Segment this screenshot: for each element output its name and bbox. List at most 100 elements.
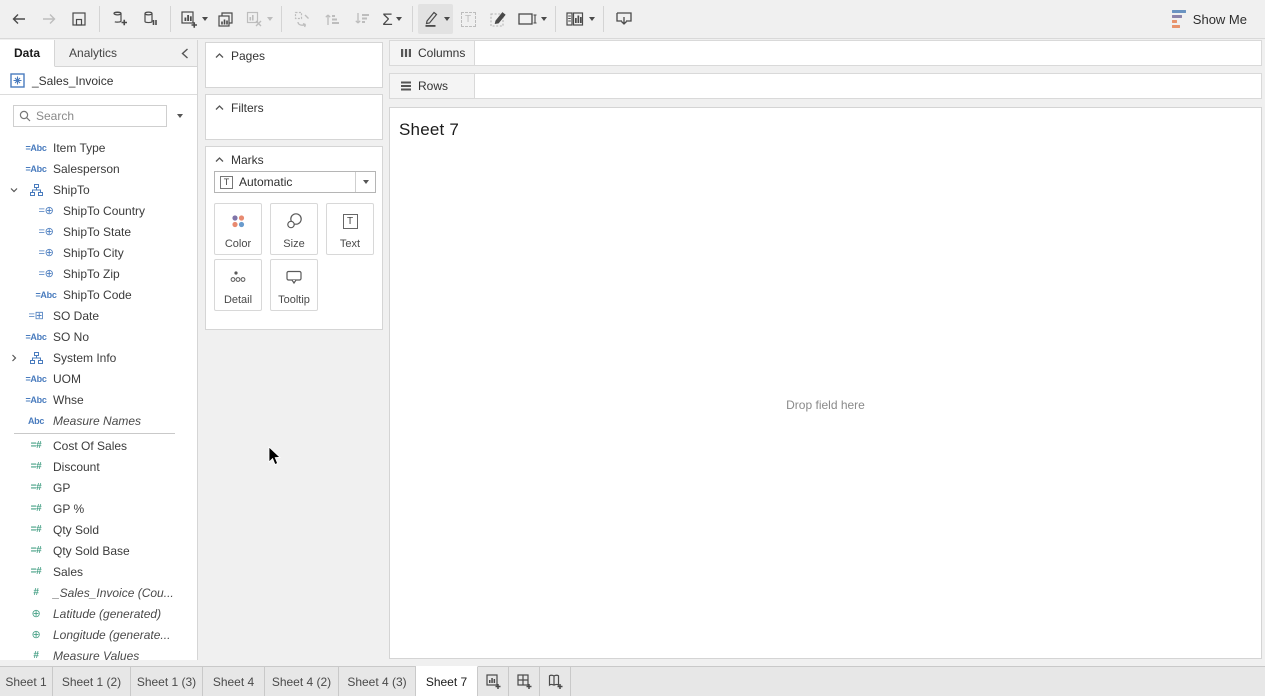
tooltip-button[interactable]: Tooltip <box>270 259 318 311</box>
field-item[interactable]: =AbcShipTo Code <box>0 284 197 305</box>
swap-rows-columns-button[interactable] <box>287 4 317 34</box>
dropdown-caret-icon <box>355 172 375 192</box>
number-field-icon: =# <box>19 524 53 535</box>
sort-descending-button[interactable] <box>347 4 377 34</box>
geo-field-icon: =⊕ <box>29 225 63 238</box>
field-item[interactable]: =⊞SO Date <box>0 305 197 326</box>
highlight-pen-icon <box>421 9 441 29</box>
columns-shelf[interactable]: Columns <box>389 40 1262 66</box>
forward-button[interactable] <box>34 4 64 34</box>
clear-sheet-button[interactable] <box>241 4 276 34</box>
sort-ascending-button[interactable] <box>317 4 347 34</box>
field-item[interactable]: =⊕ShipTo City <box>0 242 197 263</box>
filters-card[interactable]: Filters <box>205 94 383 140</box>
new-story-icon <box>547 673 564 690</box>
collapse-pane-button[interactable] <box>173 40 197 66</box>
field-item[interactable]: ⊕Latitude (generated) <box>0 603 197 624</box>
datasource-item[interactable]: _Sales_Invoice <box>0 67 197 95</box>
field-item[interactable]: =AbcWhse <box>0 389 197 410</box>
geo-field-icon: ⊕ <box>19 607 53 620</box>
pages-card-title: Pages <box>231 49 265 63</box>
show-mark-labels-button[interactable]: T <box>453 4 483 34</box>
string-field-icon: =Abc <box>19 395 53 405</box>
fit-width-icon <box>516 9 538 29</box>
back-button[interactable] <box>4 4 34 34</box>
sort-ascending-icon <box>322 9 342 29</box>
tab-analytics[interactable]: Analytics <box>55 40 131 66</box>
sheet-tab[interactable]: Sheet 4 (2) <box>265 667 339 696</box>
format-button[interactable] <box>483 4 513 34</box>
collapse-chevron-icon[interactable] <box>8 187 19 193</box>
text-button[interactable]: T Text <box>326 203 374 255</box>
text-icon: T <box>343 204 358 238</box>
field-item[interactable]: System Info <box>0 347 197 368</box>
highlight-button[interactable] <box>418 4 453 34</box>
field-item[interactable]: ⊕Longitude (generate... <box>0 624 197 645</box>
show-me-button[interactable]: Show Me <box>1164 6 1255 32</box>
mark-type-value: Automatic <box>239 175 355 189</box>
search-box[interactable] <box>13 105 167 127</box>
field-item[interactable]: #Measure Values <box>0 645 197 666</box>
search-input[interactable] <box>36 109 146 123</box>
show-hide-cards-button[interactable] <box>561 4 598 34</box>
show-me-label: Show Me <box>1193 12 1247 27</box>
field-item[interactable]: =⊕ShipTo Country <box>0 200 197 221</box>
fit-selector-button[interactable] <box>513 4 550 34</box>
sheet-tab-active[interactable]: Sheet 7 <box>416 666 478 696</box>
search-options-caret-icon[interactable] <box>177 114 183 118</box>
field-item[interactable]: ShipTo <box>0 179 197 200</box>
dropdown-caret-icon <box>444 17 450 21</box>
field-item[interactable]: =#GP <box>0 477 197 498</box>
sheet-tab[interactable]: Sheet 1 (2) <box>53 667 131 696</box>
field-item[interactable]: #_Sales_Invoice (Cou... <box>0 582 197 603</box>
geo-field-icon: =⊕ <box>29 204 63 217</box>
color-button[interactable]: Color <box>214 203 262 255</box>
field-item[interactable]: =#Discount <box>0 456 197 477</box>
string-field-icon: =Abc <box>19 332 53 342</box>
pages-card[interactable]: Pages <box>205 42 383 88</box>
sheet-tab[interactable]: Sheet 4 <box>203 667 265 696</box>
rows-shelf[interactable]: Rows <box>389 73 1262 99</box>
new-data-source-button[interactable] <box>105 4 135 34</box>
presentation-mode-button[interactable] <box>609 4 639 34</box>
new-worksheet-button[interactable] <box>176 4 211 34</box>
date-field-icon: =⊞ <box>19 309 53 322</box>
sheet-tab[interactable]: Sheet 1 (3) <box>131 667 203 696</box>
field-item[interactable]: =AbcUOM <box>0 368 197 389</box>
save-button[interactable] <box>64 4 94 34</box>
sheet-tab[interactable]: Sheet 1 <box>0 667 53 696</box>
size-button[interactable]: Size <box>270 203 318 255</box>
field-item[interactable]: =#Qty Sold <box>0 519 197 540</box>
field-item[interactable]: =#GP % <box>0 498 197 519</box>
collapse-chevron-icon[interactable] <box>215 105 224 111</box>
sheet-tab[interactable]: Sheet 4 (3) <box>339 667 416 696</box>
columns-icon <box>400 47 412 59</box>
detail-button[interactable]: Detail <box>214 259 262 311</box>
totals-button[interactable]: Σ <box>377 4 407 34</box>
field-item[interactable]: =#Sales <box>0 561 197 582</box>
field-item[interactable]: =#Cost Of Sales <box>0 435 197 456</box>
collapse-chevron-icon[interactable] <box>215 157 224 163</box>
collapse-chevron-icon[interactable] <box>215 53 224 59</box>
mark-type-dropdown[interactable]: T Automatic <box>214 171 376 193</box>
main-toolbar: Σ T Show Me <box>0 0 1265 39</box>
expand-chevron-icon[interactable] <box>8 354 19 362</box>
sheet-view[interactable]: Sheet 7 Drop field here <box>389 107 1262 659</box>
field-item[interactable]: =AbcSO No <box>0 326 197 347</box>
new-worksheet-tab-button[interactable] <box>478 667 509 696</box>
field-item[interactable]: =AbcSalesperson <box>0 158 197 179</box>
sheet-tab-bar: Sheet 1 Sheet 1 (2) Sheet 1 (3) Sheet 4 … <box>0 666 1265 696</box>
field-item[interactable]: AbcMeasure Names <box>0 410 197 431</box>
field-item[interactable]: =AbcItem Type <box>0 137 197 158</box>
toolbar-separator <box>170 6 171 32</box>
new-story-tab-button[interactable] <box>540 667 571 696</box>
field-item[interactable]: =#Qty Sold Base <box>0 540 197 561</box>
duplicate-sheet-button[interactable] <box>211 4 241 34</box>
drop-field-hint: Drop field here <box>390 398 1261 412</box>
new-dashboard-tab-button[interactable] <box>509 667 540 696</box>
number-field-icon: =# <box>19 503 53 514</box>
tab-data[interactable]: Data <box>0 40 55 67</box>
field-item[interactable]: =⊕ShipTo Zip <box>0 263 197 284</box>
field-item[interactable]: =⊕ShipTo State <box>0 221 197 242</box>
pause-auto-updates-button[interactable] <box>135 4 165 34</box>
